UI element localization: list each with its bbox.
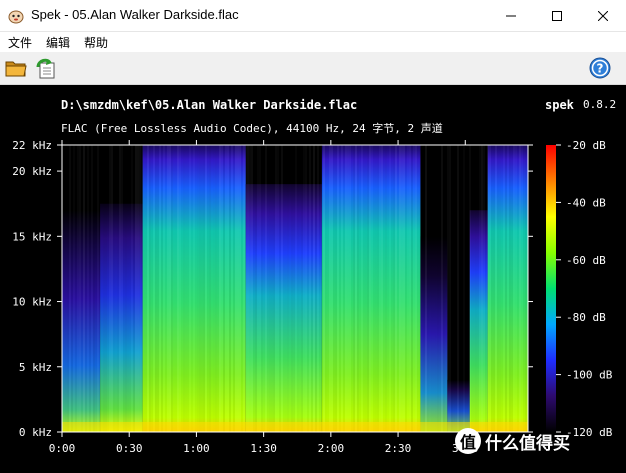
minimize-icon	[506, 15, 516, 16]
color-bar-label: -20 dB	[566, 139, 606, 152]
y-tick-label: 10 kHz	[12, 296, 52, 309]
menu-help[interactable]: 帮助	[84, 34, 108, 51]
maximize-icon	[552, 10, 562, 21]
reload-icon	[36, 58, 55, 79]
menu-bar: 文件 编辑 帮助	[0, 32, 626, 52]
x-tick-label: 1:00	[183, 442, 210, 455]
x-tick-label: 0:30	[116, 442, 143, 455]
open-folder-icon	[5, 61, 27, 77]
y-tick-label: 0 kHz	[19, 426, 52, 439]
menu-file[interactable]: 文件	[8, 34, 32, 51]
help-button[interactable]: ?	[587, 56, 613, 80]
toolbar: ?	[0, 52, 626, 85]
spectrogram-view: 0 kHz 5 kHz 10 kHz 15 kHz 20 kHz 22 kHz 0:00 0:…	[0, 85, 626, 473]
svg-text:?: ?	[597, 62, 604, 76]
watermark-text: 什么值得买	[485, 433, 570, 454]
color-bar-label: -80 dB	[566, 311, 606, 324]
spek-app-icon	[8, 10, 24, 24]
close-icon	[598, 10, 608, 21]
x-tick-label: 0:00	[49, 442, 76, 455]
y-tick-label: 5 kHz	[19, 361, 52, 374]
maximize-button[interactable]	[534, 0, 580, 31]
open-file-button[interactable]	[3, 56, 29, 80]
color-bar-label: -100 dB	[566, 369, 613, 382]
spek-window: Spek - 05.Alan Walker Darkside.flac 文件 编…	[0, 0, 626, 473]
menu-edit[interactable]: 编辑	[46, 34, 70, 51]
y-tick-label: 22 kHz	[12, 139, 52, 152]
title-bar[interactable]: Spek - 05.Alan Walker Darkside.flac	[0, 0, 626, 32]
file-path: D:\smzdm\kef\05.Alan Walker Darkside.fla…	[61, 98, 358, 112]
y-tick-label: 20 kHz	[12, 165, 52, 178]
close-button[interactable]	[580, 0, 626, 31]
watermark: 值 什么值得买	[455, 428, 570, 454]
app-name: spek	[545, 98, 574, 112]
color-bar-label: -120 dB	[566, 426, 613, 439]
app-version: 0.8.2	[583, 98, 617, 111]
reload-button[interactable]	[33, 56, 59, 80]
window-title: Spek - 05.Alan Walker Darkside.flac	[31, 7, 239, 22]
minimize-button[interactable]	[488, 0, 534, 31]
x-tick-label: 2:30	[385, 442, 412, 455]
help-icon: ?	[589, 57, 611, 79]
y-tick-label: 15 kHz	[12, 230, 52, 243]
file-info: FLAC (Free Lossless Audio Codec), 44100 …	[61, 122, 443, 135]
x-tick-label: 1:30	[250, 442, 277, 455]
x-tick-label: 2:00	[318, 442, 345, 455]
color-bar-label: -60 dB	[566, 254, 606, 267]
spectrogram-chart: 0 kHz 5 kHz 10 kHz 15 kHz 20 kHz 22 kHz 0:00 0:…	[12, 139, 613, 455]
color-bar-label: -40 dB	[566, 196, 606, 209]
color-bar	[546, 145, 556, 432]
watermark-logo-icon: 值	[455, 428, 481, 454]
